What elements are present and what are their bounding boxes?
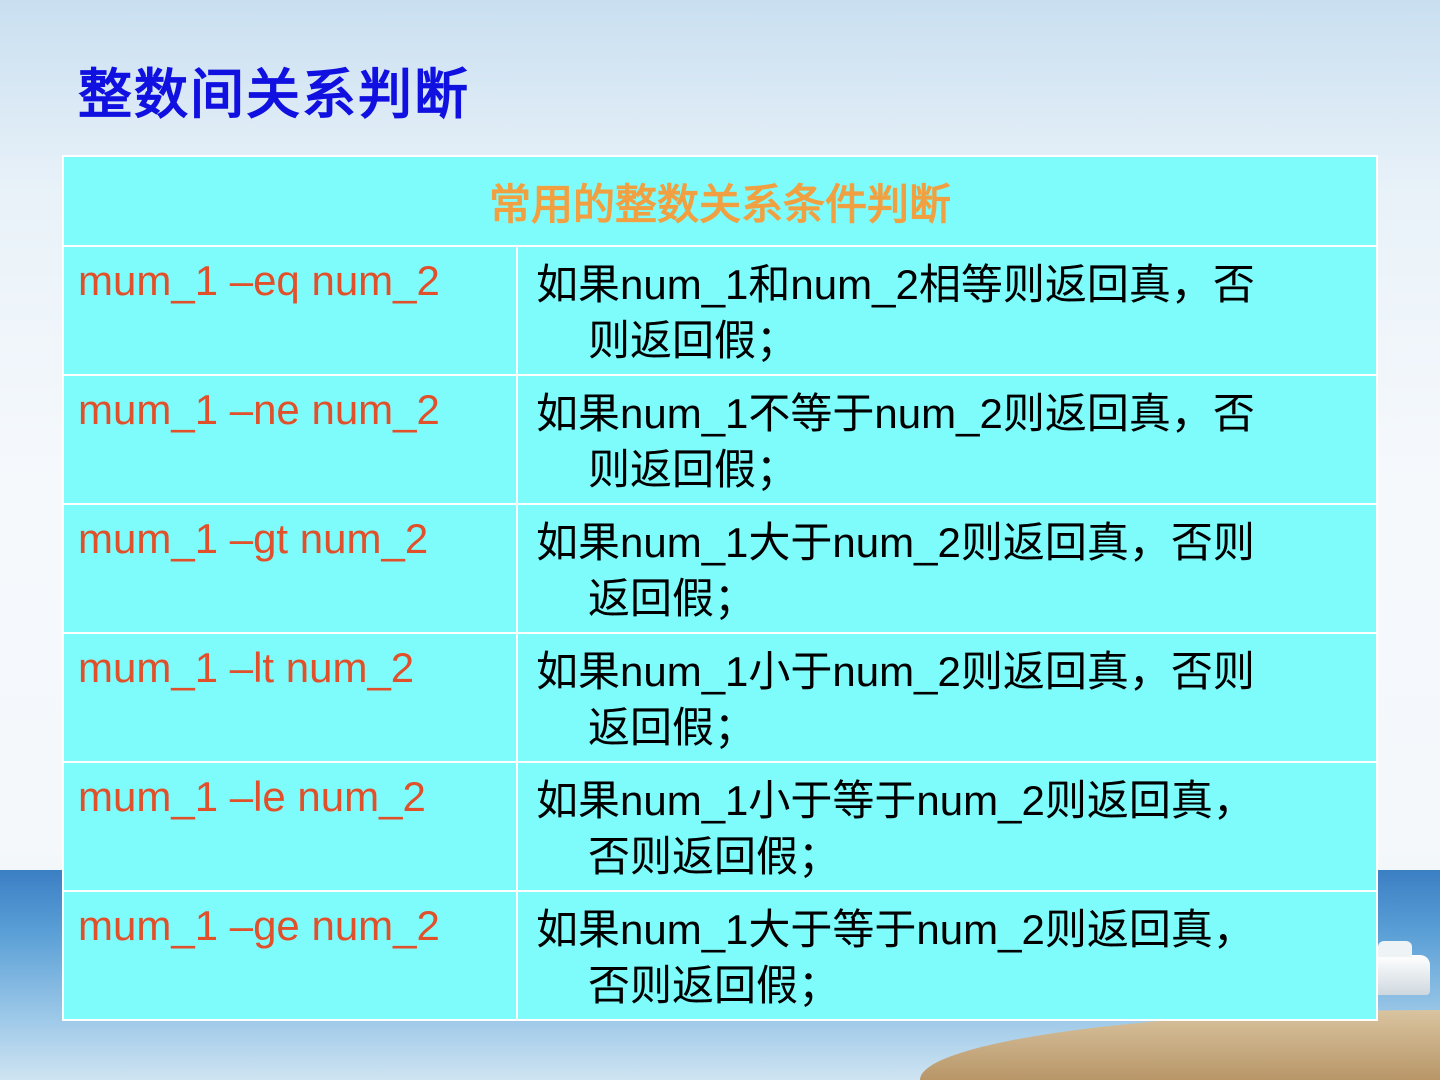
table-row: mum_1 –ne num_2 如果num_1不等于num_2则返回真，否 则返… xyxy=(62,374,1378,505)
description-line: 如果num_1小于等于num_2则返回真， xyxy=(536,777,1255,824)
comparison-table: 常用的整数关系条件判断 mum_1 –eq num_2 如果num_1和num_… xyxy=(62,155,1378,1021)
operator-cell: mum_1 –le num_2 xyxy=(62,761,518,892)
description-line: 如果num_1小于num_2则返回真，否则 xyxy=(536,648,1255,695)
description-line: 如果num_1不等于num_2则返回真，否 xyxy=(536,390,1255,437)
description-line: 如果num_1和num_2相等则返回真，否 xyxy=(536,261,1255,308)
table-header-row: 常用的整数关系条件判断 xyxy=(62,155,1378,247)
operator-cell: mum_1 –gt num_2 xyxy=(62,503,518,634)
table-header: 常用的整数关系条件判断 xyxy=(62,155,1378,247)
description-cell: 如果num_1小于num_2则返回真，否则 返回假； xyxy=(516,632,1378,763)
description-cell: 如果num_1和num_2相等则返回真，否 则返回假； xyxy=(516,245,1378,376)
description-line: 否则返回假； xyxy=(588,833,841,880)
background-boat xyxy=(1370,941,1430,995)
table-row: mum_1 –le num_2 如果num_1小于等于num_2则返回真， 否则… xyxy=(62,761,1378,892)
description-cell: 如果num_1大于num_2则返回真，否则 返回假； xyxy=(516,503,1378,634)
table-row: mum_1 –lt num_2 如果num_1小于num_2则返回真，否则 返回… xyxy=(62,632,1378,763)
operator-cell: mum_1 –eq num_2 xyxy=(62,245,518,376)
operator-cell: mum_1 –ge num_2 xyxy=(62,890,518,1021)
description-line: 返回假； xyxy=(588,575,757,622)
description-cell: 如果num_1大于等于num_2则返回真， 否则返回假； xyxy=(516,890,1378,1021)
description-cell: 如果num_1不等于num_2则返回真，否 则返回假； xyxy=(516,374,1378,505)
slide-title: 整数间关系判断 xyxy=(78,63,470,126)
operator-cell: mum_1 –lt num_2 xyxy=(62,632,518,763)
operator-cell: mum_1 –ne num_2 xyxy=(62,374,518,505)
description-line: 如果num_1大于等于num_2则返回真， xyxy=(536,906,1255,953)
description-line: 则返回假； xyxy=(588,317,799,364)
table-row: mum_1 –ge num_2 如果num_1大于等于num_2则返回真， 否则… xyxy=(62,890,1378,1021)
table-row: mum_1 –gt num_2 如果num_1大于num_2则返回真，否则 返回… xyxy=(62,503,1378,634)
table-row: mum_1 –eq num_2 如果num_1和num_2相等则返回真，否 则返… xyxy=(62,245,1378,376)
description-line: 则返回假； xyxy=(588,446,799,493)
description-cell: 如果num_1小于等于num_2则返回真， 否则返回假； xyxy=(516,761,1378,892)
description-line: 返回假； xyxy=(588,704,757,751)
description-line: 否则返回假； xyxy=(588,962,841,1009)
description-line: 如果num_1大于num_2则返回真，否则 xyxy=(536,519,1255,566)
